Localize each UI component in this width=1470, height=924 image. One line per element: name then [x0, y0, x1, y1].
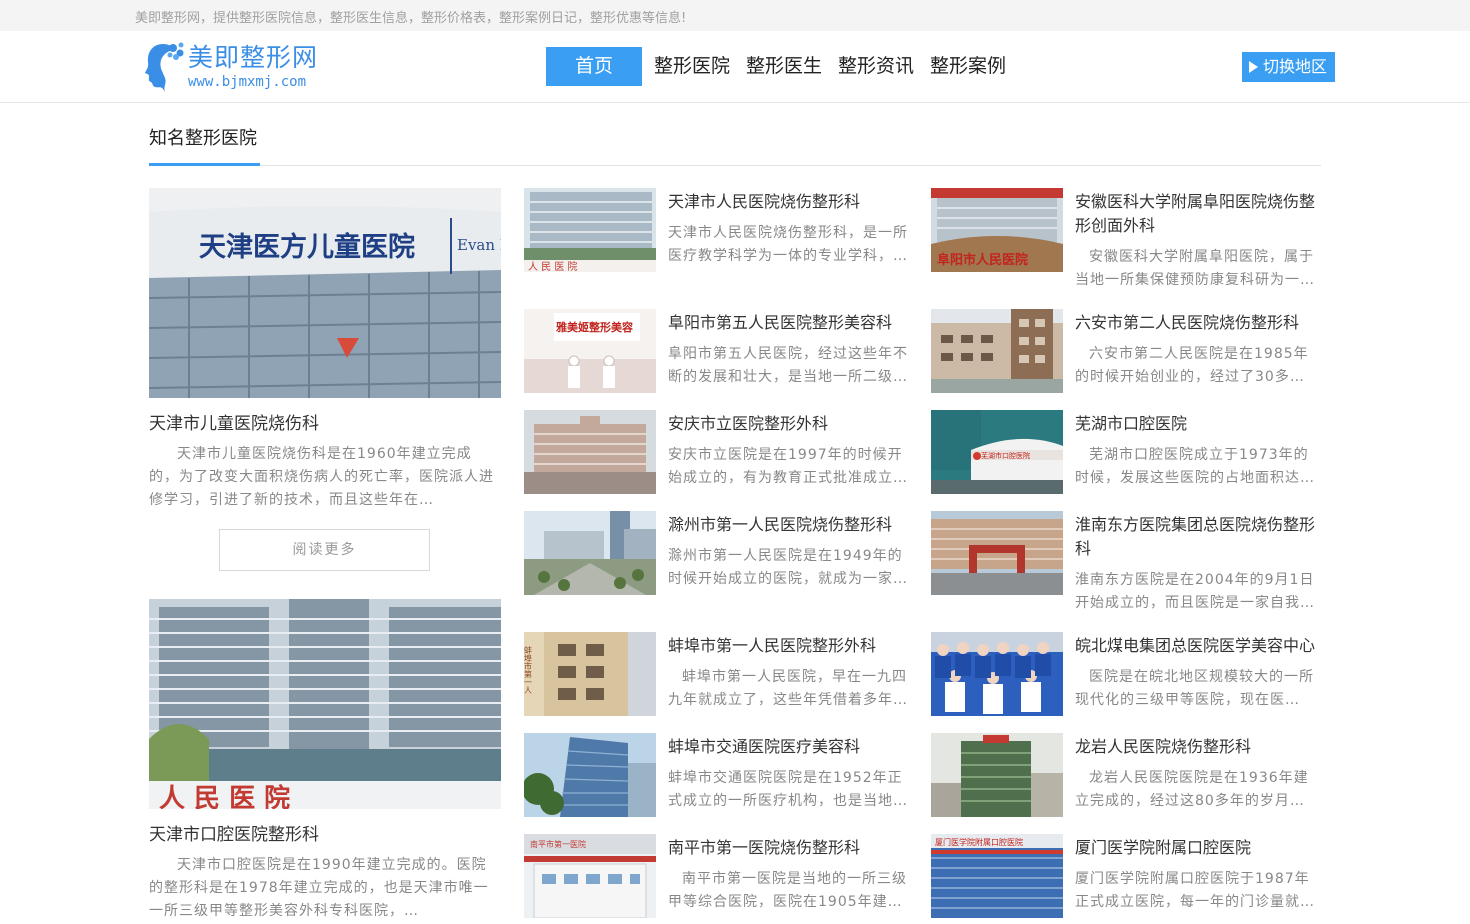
hospital-thumbnail[interactable]: 芜湖市口腔医院	[931, 410, 1063, 494]
nav-hospitals[interactable]: 整形医院	[646, 47, 738, 86]
site-tagline: 美即整形网，提供整形医院信息，整形医生信息，整形价格表，整形案例日记，整形优惠等…	[135, 11, 687, 26]
hospital-desc: 天津市人民医院烧伤整形科，是一所医疗教学科学为一体的专业学科，…	[668, 225, 908, 264]
hospital-thumbnail[interactable]	[931, 309, 1063, 393]
hospital-thumbnail[interactable]: 阜阳市人民医院	[931, 188, 1063, 272]
hospital-thumbnail[interactable]	[524, 733, 656, 817]
featured-hospital-image[interactable]: 人 民 医 院	[149, 599, 501, 809]
section-title-underline	[149, 163, 260, 166]
logo-url: www.bjmxmj.com	[188, 74, 307, 90]
hospital-card[interactable]: 安庆市立医院整形外科 安庆市立医院是在1997年的时候开始成立的，有为教育正式批…	[524, 410, 916, 510]
switch-region-label: 切换地区	[1263, 57, 1328, 76]
hospital-desc: 蚌埠市交通医院医院是在1952年正式成立的一所医疗机构，也是当地…	[668, 770, 908, 809]
hospital-thumbnail[interactable]: 蚌埠市第一人	[524, 632, 656, 716]
thumbnail-sign: 蚌埠市第一人	[524, 645, 533, 694]
featured-hospital-2[interactable]: 人 民 医 院 天津市口腔医院整形科 天津市口腔医院是在1990年建立完成的。医…	[149, 599, 501, 923]
hospital-desc: 安徽医科大学附属阜阳医院，属于当地一所集保健预防康复科研为一…	[1075, 249, 1315, 288]
hospital-card[interactable]: 淮南东方医院集团总医院烧伤整形科 淮南东方医院是在2004年的9月1日开始成立的…	[931, 511, 1323, 621]
hospital-card[interactable]: 蚌埠市第一人 蚌埠市第一人民医院整形外科 蚌埠市第一人民医院，早在一九四九年就成…	[524, 632, 916, 732]
hospital-card[interactable]: 蚌埠市交通医院医疗美容科 蚌埠市交通医院医院是在1952年正式成立的一所医疗机构…	[524, 733, 916, 833]
section-divider	[149, 165, 1321, 166]
featured-hospital-desc: 天津市口腔医院是在1990年建立完成的。医院的整形科是在1978年建立完成的，也…	[149, 857, 489, 919]
nav-news[interactable]: 整形资讯	[830, 47, 922, 86]
site-logo[interactable]: 美即整形网 www.bjmxmj.com	[143, 36, 333, 94]
hospital-card[interactable]: 滁州市第一人民医院烧伤整形科 滁州市第一人民医院是在1949年的时候开始成立的医…	[524, 511, 916, 611]
featured-hospital-title[interactable]: 天津市口腔医院整形科	[149, 820, 319, 845]
hospital-card[interactable]: 阜阳市人民医院 安徽医科大学附属阜阳医院烧伤整形创面外科 安徽医科大学附属阜阳医…	[931, 188, 1323, 298]
hospital-title[interactable]: 皖北煤电集团总医院医学美容中心	[1075, 634, 1323, 658]
hospital-card[interactable]: 人 民 医 院 天津市人民医院烧伤整形科 天津市人民医院烧伤整形科，是一所医疗教…	[524, 188, 916, 288]
thumbnail-sign: 芜湖市口腔医院	[981, 451, 1030, 460]
hospital-thumbnail[interactable]	[524, 511, 656, 595]
hospital-desc: 安庆市立医院是在1997年的时候开始成立的，有为教育正式批准成立…	[668, 447, 908, 486]
hospital-title[interactable]: 天津市人民医院烧伤整形科	[668, 190, 916, 214]
hospital-thumbnail[interactable]: 雅美姬整形美容	[524, 309, 656, 393]
hospital-desc: 淮南东方医院是在2004年的9月1日开始成立的，而且医院是一家自我…	[1075, 572, 1315, 611]
featured-hospital-title[interactable]: 天津市儿童医院烧伤科	[149, 409, 319, 434]
nav-cases[interactable]: 整形案例	[922, 47, 1014, 86]
hospital-card[interactable]: 皖北煤电集团总医院医学美容中心 医院是在皖北地区规模较大的一所现代化的三级甲等医…	[931, 632, 1323, 732]
section-title: 知名整形医院	[149, 128, 257, 149]
hospital-title[interactable]: 六安市第二人民医院烧伤整形科	[1075, 311, 1323, 335]
switch-region-button[interactable]: 切换地区	[1242, 52, 1335, 82]
hospital-card[interactable]: 南平市第一医院 南平市第一医院烧伤整形科 南平市第一医院是当地的一所三级甲等综合…	[524, 834, 916, 923]
read-more-button[interactable]: 阅读更多	[219, 529, 430, 571]
hospital-title[interactable]: 淮南东方医院集团总医院烧伤整形科	[1075, 513, 1323, 561]
hospital-title[interactable]: 滁州市第一人民医院烧伤整形科	[668, 513, 916, 537]
hospital-desc: 医院是在皖北地区规模较大的一所现代化的三级甲等医院，现在医…	[1075, 669, 1314, 708]
featured-hospital-image[interactable]: 天津医方儿童医院 Evan H	[149, 188, 501, 398]
hospital-thumbnail[interactable]	[931, 733, 1063, 817]
hospital-title[interactable]: 厦门医学院附属口腔医院	[1075, 836, 1323, 860]
hospital-thumbnail[interactable]: 厦门医学院附属口腔医院	[931, 834, 1063, 918]
thumbnail-sign: 南平市第一医院	[530, 839, 586, 849]
hospital-thumbnail[interactable]	[931, 632, 1063, 716]
hospital-title[interactable]: 安庆市立医院整形外科	[668, 412, 916, 436]
hospital-thumbnail[interactable]: 南平市第一医院	[524, 834, 656, 918]
main-nav: 首页 整形医院 整形医生 整形资讯 整形案例	[546, 47, 1014, 86]
hospital-desc: 蚌埠市第一人民医院，早在一九四九年就成立了，这些年凭借着多年…	[668, 669, 908, 708]
hospital-title[interactable]: 龙岩人民医院烧伤整形科	[1075, 735, 1323, 759]
hospital-card[interactable]: 芜湖市口腔医院 芜湖市口腔医院 芜湖市口腔医院成立于1973年的时候，发展这些医…	[931, 410, 1323, 510]
hospital-desc: 芜湖市口腔医院成立于1973年的时候，发展这些医院的占地面积达…	[1075, 447, 1315, 486]
triangle-right-icon	[1249, 61, 1258, 73]
thumbnail-sign: 雅美姬整形美容	[556, 320, 633, 334]
hospital-title[interactable]: 安徽医科大学附属阜阳医院烧伤整形创面外科	[1075, 190, 1323, 238]
thumbnail-sign: 厦门医学院附属口腔医院	[935, 837, 1023, 847]
hospital-desc: 六安市第二人民医院是在1985年的时候开始创业的，经过了30多…	[1075, 346, 1309, 385]
thumbnail-sign: 人 民 医 院	[528, 260, 578, 272]
featured-hospital-desc: 天津市儿童医院烧伤科是在1960年建立完成的，为了改变大面积烧伤病人的死亡率，医…	[149, 446, 494, 508]
logo-name: 美即整形网	[188, 43, 319, 72]
hospital-card[interactable]: 龙岩人民医院烧伤整形科 龙岩人民医院医院是在1936年建立完成的，经过这80多年…	[931, 733, 1323, 833]
hospital-desc: 阜阳市第五人民医院，经过这些年不断的发展和壮大，是当地一所二级…	[668, 346, 908, 385]
hospital-thumbnail[interactable]: 人 民 医 院	[524, 188, 656, 272]
hospital-thumbnail[interactable]	[524, 410, 656, 494]
hospital-card[interactable]: 六安市第二人民医院烧伤整形科 六安市第二人民医院是在1985年的时候开始创业的，…	[931, 309, 1323, 409]
featured-sign-text: 天津医方儿童医院	[199, 231, 415, 263]
hospital-title[interactable]: 蚌埠市交通医院医疗美容科	[668, 735, 916, 759]
hospital-thumbnail[interactable]	[931, 511, 1063, 595]
featured-hospital-1[interactable]: 天津医方儿童医院 Evan H 天津市儿童医院烧伤科 天津市儿童医院烧伤科是在1…	[149, 188, 501, 578]
thumbnail-sign: 阜阳市人民医院	[937, 252, 1028, 268]
hospital-title[interactable]: 芜湖市口腔医院	[1075, 412, 1323, 436]
hospital-title[interactable]: 蚌埠市第一人民医院整形外科	[668, 634, 916, 658]
nav-home[interactable]: 首页	[546, 47, 642, 86]
hospital-desc: 滁州市第一人民医院是在1949年的时候开始成立的医院，就成为一家…	[668, 548, 908, 587]
hospital-card[interactable]: 雅美姬整形美容 阜阳市第五人民医院整形美容科 阜阳市第五人民医院，经过这些年不断…	[524, 309, 916, 409]
hospital-desc: 南平市第一医院是当地的一所三级甲等综合医院，医院在1905年建…	[668, 871, 907, 910]
featured-sign-text-en: Evan H	[457, 236, 501, 254]
featured-sign-text: 人 民 医 院	[159, 783, 290, 809]
woman-face-flower-logo-icon	[143, 38, 185, 92]
hospital-title[interactable]: 南平市第一医院烧伤整形科	[668, 836, 916, 860]
hospital-desc: 厦门医学院附属口腔医院于1987年正式成立医院，每一年的门诊量就…	[1075, 871, 1315, 910]
hospital-title[interactable]: 阜阳市第五人民医院整形美容科	[668, 311, 916, 335]
hospital-card[interactable]: 厦门医学院附属口腔医院 厦门医学院附属口腔医院 厦门医学院附属口腔医院于1987…	[931, 834, 1323, 923]
nav-doctors[interactable]: 整形医生	[738, 47, 830, 86]
hospital-desc: 龙岩人民医院医院是在1936年建立完成的，经过这80多年的岁月…	[1075, 770, 1309, 809]
site-header: 美即整形网 www.bjmxmj.com 首页 整形医院 整形医生 整形资讯 整…	[0, 31, 1470, 103]
top-info-bar: 美即整形网，提供整形医院信息，整形医生信息，整形价格表，整形案例日记，整形优惠等…	[0, 0, 1470, 31]
